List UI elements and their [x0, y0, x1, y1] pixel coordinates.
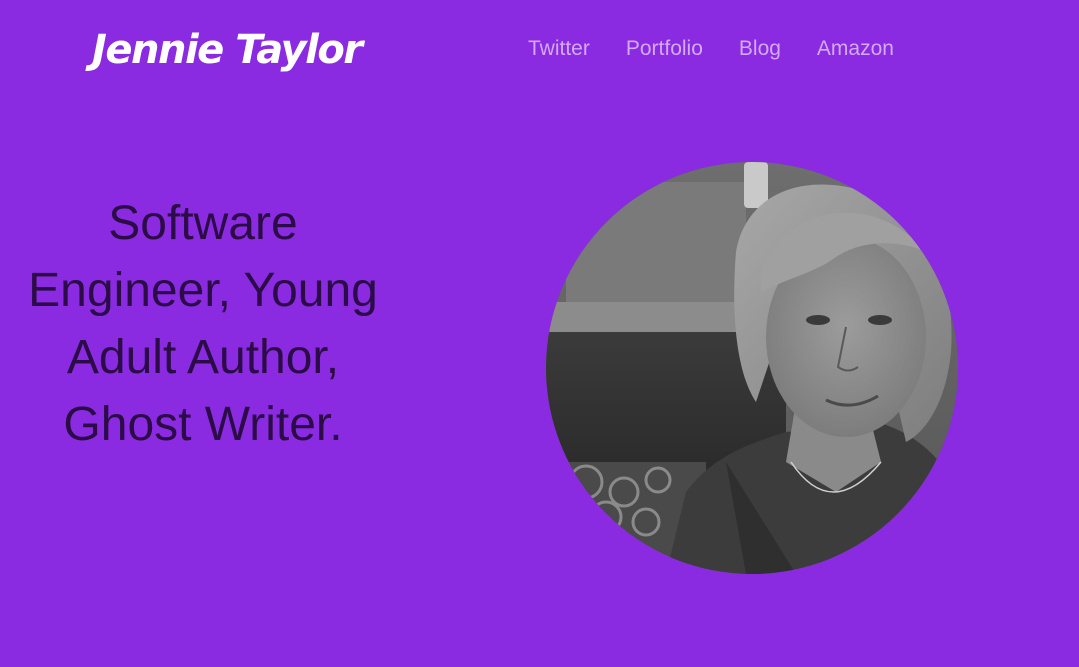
- site-title[interactable]: Jennie Taylor: [92, 22, 363, 78]
- nav-link-amazon[interactable]: Amazon: [799, 33, 912, 65]
- nav-link-blog[interactable]: Blog: [721, 33, 799, 65]
- nav-link-twitter[interactable]: Twitter: [510, 33, 608, 65]
- profile-photo: [546, 162, 958, 574]
- hero-tagline: Software Engineer, Young Adult Author, G…: [28, 197, 378, 451]
- main-nav: Twitter Portfolio Blog Amazon: [510, 33, 912, 65]
- nav-link-portfolio[interactable]: Portfolio: [608, 33, 721, 65]
